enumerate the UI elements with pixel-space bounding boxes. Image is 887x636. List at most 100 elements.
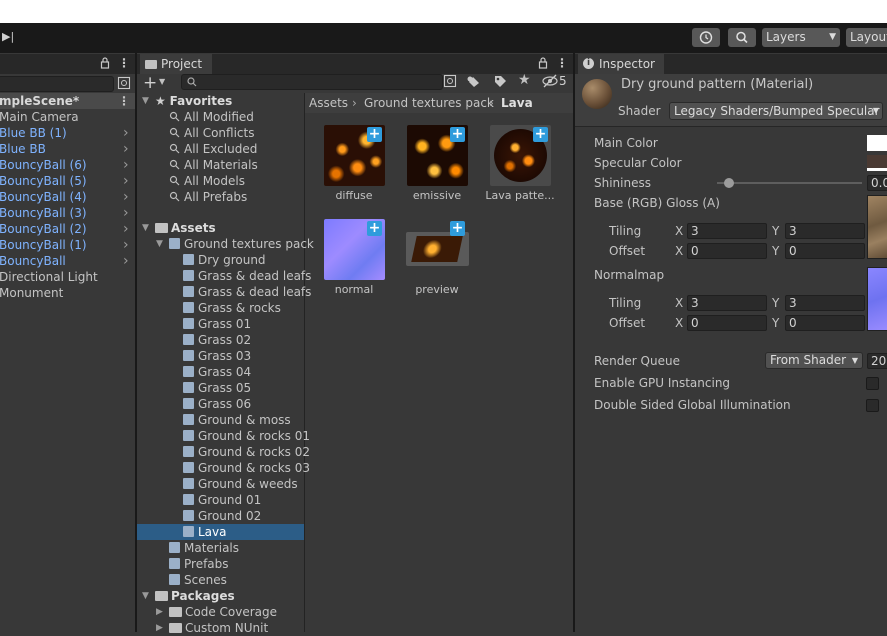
add-icon[interactable]: + (450, 127, 465, 142)
gpu-instancing-checkbox[interactable] (866, 377, 879, 390)
hierarchy-item[interactable]: BouncyBall (6) › (0, 157, 134, 173)
main-color-swatch[interactable] (867, 135, 887, 151)
tree-ground-item[interactable]: Grass & rocks (183, 300, 281, 316)
tree-ground-item[interactable]: Grass 03 (183, 348, 251, 364)
render-queue-value-field[interactable]: 20 (867, 353, 887, 369)
project-search-input[interactable] (181, 74, 443, 90)
chevron-right-icon[interactable]: › (123, 189, 129, 205)
search-by-label-icon[interactable] (465, 74, 481, 91)
base-texture-slot[interactable] (867, 195, 887, 259)
tree-favorite-item[interactable]: All Modified (169, 109, 254, 125)
step-button[interactable]: ▶| (2, 30, 14, 43)
expand-arrow-icon[interactable]: ▼ (156, 239, 163, 249)
add-icon[interactable]: + (367, 127, 382, 142)
tree-ground-pack[interactable]: Ground textures pack (169, 236, 314, 252)
hierarchy-item[interactable]: BouncyBall (4) › (0, 189, 134, 205)
lock-icon[interactable] (538, 57, 548, 72)
tree-package[interactable]: Code Coverage (169, 604, 277, 620)
tree-ground-item[interactable]: Grass 04 (183, 364, 251, 380)
hierarchy-item[interactable]: BouncyBall (5) › (0, 173, 134, 189)
tree-asset-folder[interactable]: Scenes (169, 572, 227, 588)
tree-package[interactable]: Custom NUnit (169, 620, 268, 636)
tree-ground-item[interactable]: Grass 01 (183, 316, 251, 332)
tree-ground-item[interactable]: Grass & dead leafs (183, 284, 311, 300)
breadcrumb-item-lava[interactable]: Lava (501, 93, 533, 113)
tree-ground-item[interactable]: Grass & dead leafs (183, 268, 311, 284)
scene-header[interactable]: mpleScene* ⋮ (0, 93, 135, 109)
hierarchy-search-options-icon[interactable] (117, 76, 131, 93)
chevron-right-icon[interactable]: › (123, 125, 129, 141)
base-offset-y-field[interactable]: 0 (785, 243, 865, 259)
add-icon[interactable]: + (367, 221, 382, 236)
tree-ground-item[interactable]: Grass 06 (183, 396, 251, 412)
tree-favorite-item[interactable]: All Prefabs (169, 189, 247, 205)
hierarchy-item[interactable]: BouncyBall (1) › (0, 237, 134, 253)
normal-offset-y-field[interactable]: 0 (785, 315, 865, 331)
layout-dropdown[interactable]: Layout (846, 28, 887, 47)
tree-ground-item[interactable]: Ground & weeds (183, 476, 298, 492)
hierarchy-item[interactable]: BouncyBall (3) › (0, 205, 134, 221)
hierarchy-item[interactable]: BouncyBall (2) › (0, 221, 134, 237)
double-sided-gi-checkbox[interactable] (866, 399, 879, 412)
hierarchy-item[interactable]: Main Camera (0, 109, 134, 125)
tab-inspector[interactable]: i Inspector (578, 54, 664, 74)
chevron-right-icon[interactable]: › (123, 157, 129, 173)
chevron-right-icon[interactable]: › (123, 141, 129, 157)
add-icon[interactable]: + (450, 221, 465, 236)
tree-ground-item[interactable]: Grass 02 (183, 332, 251, 348)
scene-menu-icon[interactable]: ⋮ (118, 93, 130, 109)
normalmap-texture-slot[interactable] (867, 267, 887, 331)
search-button[interactable] (728, 28, 756, 47)
breadcrumb-item-ground-pack[interactable]: Ground textures pack (364, 93, 494, 113)
shader-dropdown[interactable]: Legacy Shaders/Bumped Specular ▼ (669, 102, 883, 120)
chevron-right-icon[interactable]: › (123, 253, 129, 269)
hierarchy-item[interactable]: Blue BB › (0, 141, 134, 157)
breadcrumb-item-assets[interactable]: Assets (309, 93, 348, 113)
tree-favorite-item[interactable]: All Materials (169, 157, 258, 173)
base-tiling-x-field[interactable]: 3 (687, 223, 767, 239)
kebab-menu-icon[interactable]: ⋮ (118, 56, 130, 70)
tree-assets[interactable]: Assets (155, 220, 216, 236)
tree-ground-item[interactable]: Dry ground (183, 252, 266, 268)
chevron-right-icon[interactable]: › (123, 221, 129, 237)
collapse-arrow-icon[interactable]: ▶ (156, 607, 163, 617)
hierarchy-item[interactable]: BouncyBall › (0, 253, 134, 269)
tree-favorites[interactable]: ★ Favorites (155, 93, 232, 109)
specular-color-swatch[interactable] (867, 155, 887, 171)
layers-dropdown[interactable]: Layers ▼ (762, 28, 840, 47)
lock-icon[interactable] (100, 57, 110, 72)
tab-project[interactable]: Project (140, 54, 212, 74)
create-button[interactable]: + ▼ (141, 73, 171, 93)
base-tiling-y-field[interactable]: 3 (785, 223, 865, 239)
normal-tiling-x-field[interactable]: 3 (687, 295, 767, 311)
chevron-right-icon[interactable]: › (123, 173, 129, 189)
shininess-slider-track[interactable] (717, 182, 862, 184)
hierarchy-item[interactable]: Directional Light (0, 269, 134, 285)
tree-asset-folder[interactable]: Materials (169, 540, 239, 556)
tree-favorite-item[interactable]: All Conflicts (169, 125, 254, 141)
expand-arrow-icon[interactable]: ▼ (142, 223, 149, 233)
hierarchy-item[interactable]: Blue BB (1) › (0, 125, 134, 141)
favorite-star-icon[interactable]: ★ (518, 72, 531, 88)
base-offset-x-field[interactable]: 0 (687, 243, 767, 259)
render-queue-dropdown[interactable]: From Shader ▼ (765, 352, 863, 369)
tree-packages[interactable]: Packages (155, 588, 235, 604)
tree-ground-item[interactable]: Ground & rocks 03 (183, 460, 310, 476)
tree-ground-item[interactable]: Lava (183, 524, 227, 540)
tree-asset-folder[interactable]: Prefabs (169, 556, 229, 572)
chevron-right-icon[interactable]: › (123, 237, 129, 253)
history-button[interactable] (692, 28, 720, 47)
tree-ground-item[interactable]: Ground & rocks 01 (183, 428, 310, 444)
hidden-packages-toggle[interactable]: 5 (542, 74, 570, 90)
tree-favorite-item[interactable]: All Excluded (169, 141, 257, 157)
normal-tiling-y-field[interactable]: 3 (785, 295, 865, 311)
tree-ground-item[interactable]: Ground & rocks 02 (183, 444, 310, 460)
thumbnail-preview[interactable] (406, 232, 469, 266)
hierarchy-item[interactable]: Monument (0, 285, 134, 301)
tag-icon[interactable] (493, 74, 507, 91)
shininess-slider-thumb[interactable] (723, 178, 734, 188)
expand-arrow-icon[interactable]: ▼ (142, 591, 149, 601)
tree-ground-item[interactable]: Grass 05 (183, 380, 251, 396)
add-icon[interactable]: + (533, 127, 548, 142)
expand-arrow-icon[interactable]: ▼ (142, 96, 149, 106)
